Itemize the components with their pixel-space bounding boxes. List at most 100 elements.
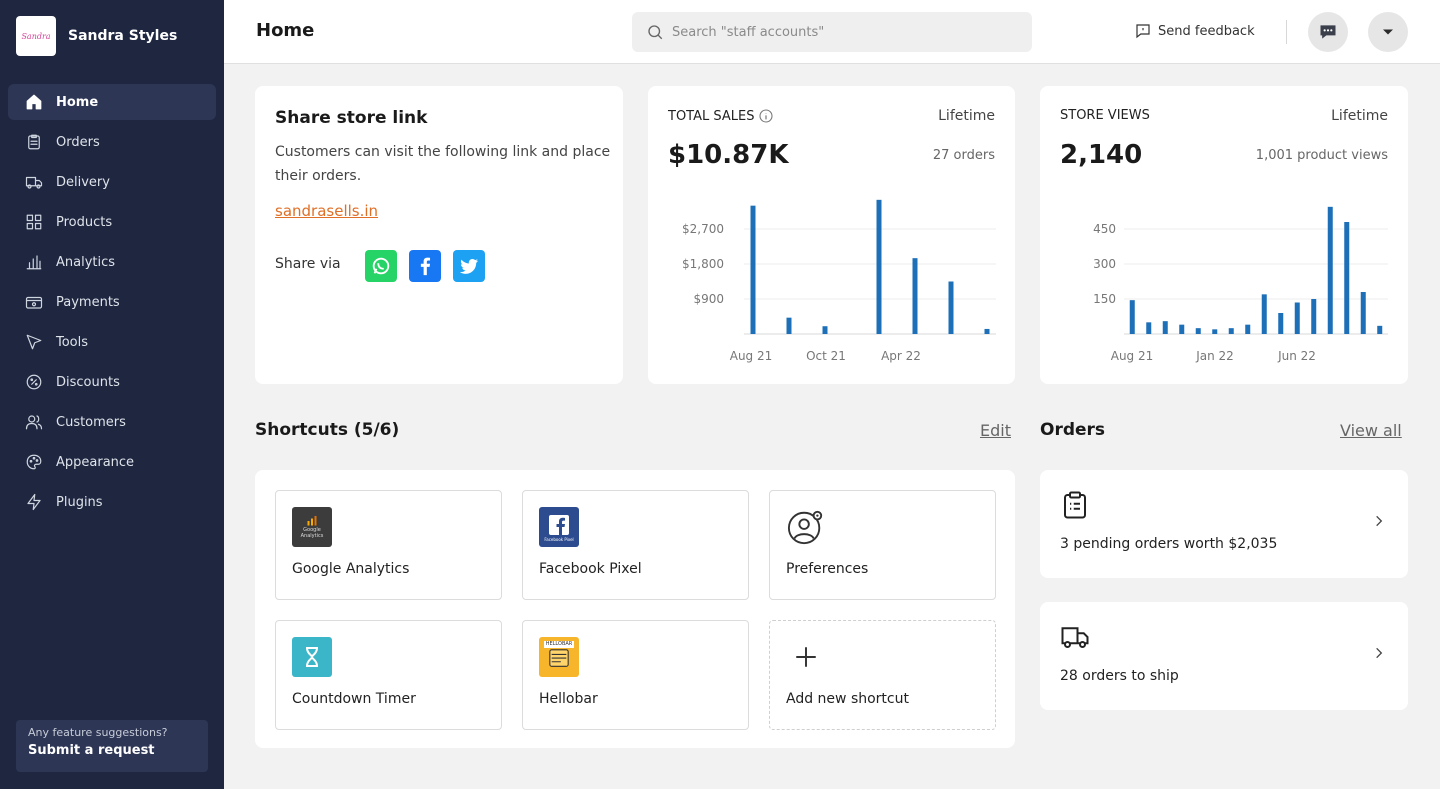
facebook-pixel-icon-text: Facebook Pixel [544, 536, 574, 542]
users-icon [24, 412, 44, 432]
message-icon [1136, 24, 1150, 39]
sidebar-item-delivery[interactable]: Delivery [8, 164, 216, 200]
sidebar-item-appearance[interactable]: Appearance [8, 444, 216, 480]
shortcut-hellobar[interactable]: HELLOBAR Hellobar [522, 620, 749, 730]
shortcut-countdown-timer[interactable]: Countdown Timer [275, 620, 502, 730]
header-divider [1286, 20, 1287, 44]
feature-suggestion-box[interactable]: Any feature suggestions? Submit a reques… [16, 720, 208, 772]
total-sales-value: $10.87K [668, 140, 789, 170]
chart-bar [750, 205, 756, 334]
view-all-orders-link[interactable]: View all [1340, 421, 1402, 440]
sidebar-item-payments[interactable]: Payments [8, 284, 216, 320]
sidebar-item-label: Appearance [56, 454, 135, 470]
shortcut-facebook-pixel[interactable]: Facebook Pixel Facebook Pixel [522, 490, 749, 600]
chart-bar [1179, 324, 1185, 334]
caret-down-icon [1383, 29, 1393, 35]
account-menu-button[interactable] [1368, 12, 1408, 52]
store-views-period: Lifetime [1331, 108, 1388, 124]
pending-orders-card[interactable]: 3 pending orders worth $2,035 [1040, 470, 1408, 578]
sidebar-item-label: Discounts [56, 374, 120, 390]
twitter-share-button[interactable] [453, 250, 485, 282]
sidebar-item-home[interactable]: Home [8, 84, 216, 120]
sidebar-item-label: Orders [56, 134, 100, 150]
facebook-icon [420, 257, 431, 276]
product-views-count: 1,001 product views [1255, 148, 1388, 163]
shortcut-label: Hellobar [539, 691, 598, 707]
hourglass-glyph [306, 647, 318, 667]
whatsapp-share-button[interactable] [365, 250, 397, 282]
shortcut-label: Facebook Pixel [539, 561, 642, 577]
hourglass-icon [292, 637, 332, 677]
sidebar-item-tools[interactable]: Tools [8, 324, 216, 360]
sidebar-item-analytics[interactable]: Analytics [8, 244, 216, 280]
sidebar-item-orders[interactable]: Orders [8, 124, 216, 160]
y-tick-label: 150 [1093, 292, 1116, 306]
clipboard-icon [24, 132, 44, 152]
hellobar-icon-text: HELLOBAR [543, 641, 575, 648]
send-feedback-label: Send feedback [1158, 23, 1255, 39]
cursor-icon [24, 332, 44, 352]
add-new-shortcut-button[interactable]: Add new shortcut [769, 620, 996, 730]
facebook-share-button[interactable] [409, 250, 441, 282]
x-tick-label: Jun 22 [1277, 349, 1316, 363]
info-icon[interactable] [758, 108, 774, 124]
twitter-icon [459, 259, 479, 274]
chevron-right-icon [1376, 515, 1383, 527]
sidebar-item-customers[interactable]: Customers [8, 404, 216, 440]
user-settings-glyph [787, 510, 823, 545]
chart-bar [1377, 325, 1383, 334]
chart-bar [1162, 321, 1168, 334]
sidebar-item-label: Analytics [56, 254, 116, 270]
grid-icon [24, 212, 44, 232]
whatsapp-icon [372, 257, 390, 275]
send-feedback-button[interactable]: Send feedback [1134, 22, 1255, 40]
submit-request-link[interactable]: Submit a request [28, 743, 196, 758]
analytics-bars-glyph [307, 516, 317, 526]
google-analytics-icon-text: Google Analytics [300, 527, 324, 539]
chart-bar [1146, 322, 1152, 334]
wallet-icon [24, 292, 44, 312]
store-name: Sandra Styles [68, 28, 178, 44]
total-sales-card: TOTAL SALES Lifetime $10.87K 27 orders $… [648, 86, 1015, 384]
store-views-label: STORE VIEWS [1060, 108, 1150, 123]
chart-bar [912, 258, 918, 334]
facebook-pixel-icon: Facebook Pixel [539, 507, 579, 547]
chart-bar [1261, 294, 1267, 334]
shortcut-google-analytics[interactable]: Google Analytics Google Analytics [275, 490, 502, 600]
store-link[interactable]: sandrasells.in [275, 202, 378, 220]
total-sales-chart: $900 $1,800 $2,700 Aug 21 Oct 21 Apr 22 [682, 199, 996, 363]
shortcut-label: Add new shortcut [786, 691, 909, 707]
sidebar: Sandra Sandra Styles Home Orders Deliver… [0, 0, 224, 789]
sidebar-item-discounts[interactable]: Discounts [8, 364, 216, 400]
chevron-right-icon [1376, 647, 1383, 659]
shortcuts-title: Shortcuts (5/6) [255, 420, 400, 440]
y-tick-label: $900 [693, 292, 724, 306]
x-tick-label: Aug 21 [730, 349, 773, 363]
store-views-card: STORE VIEWS Lifetime 2,140 1,001 product… [1040, 86, 1408, 384]
store-views-chart: 150 300 450 Aug 21 Jan 22 Jun 22 [1093, 206, 1388, 363]
x-tick-label: Apr 22 [881, 349, 921, 363]
brand[interactable]: Sandra Sandra Styles [0, 0, 224, 72]
share-card-title: Share store link [275, 108, 428, 128]
total-sales-label-row: TOTAL SALES [668, 108, 774, 124]
chart-bar [1344, 222, 1350, 334]
search-input[interactable] [672, 24, 1012, 40]
discount-icon [24, 372, 44, 392]
chart-bar [1228, 328, 1234, 334]
orders-to-ship-card[interactable]: 28 orders to ship [1040, 602, 1408, 710]
edit-shortcuts-link[interactable]: Edit [980, 421, 1011, 440]
sidebar-item-products[interactable]: Products [8, 204, 216, 240]
chat-button[interactable] [1308, 12, 1348, 52]
chart-bar [786, 317, 792, 334]
y-tick-label: 300 [1093, 257, 1116, 271]
chart-bar [1212, 329, 1218, 334]
sidebar-item-plugins[interactable]: Plugins [8, 484, 216, 520]
total-sales-label: TOTAL SALES [668, 108, 755, 124]
bar-chart-icon [24, 252, 44, 272]
top-bar: Home Send feedback [224, 0, 1440, 64]
chat-icon [1320, 25, 1336, 39]
search-box[interactable] [632, 12, 1032, 52]
shortcut-preferences[interactable]: Preferences [769, 490, 996, 600]
chart-bar [876, 199, 882, 334]
chart-bar [984, 328, 990, 334]
